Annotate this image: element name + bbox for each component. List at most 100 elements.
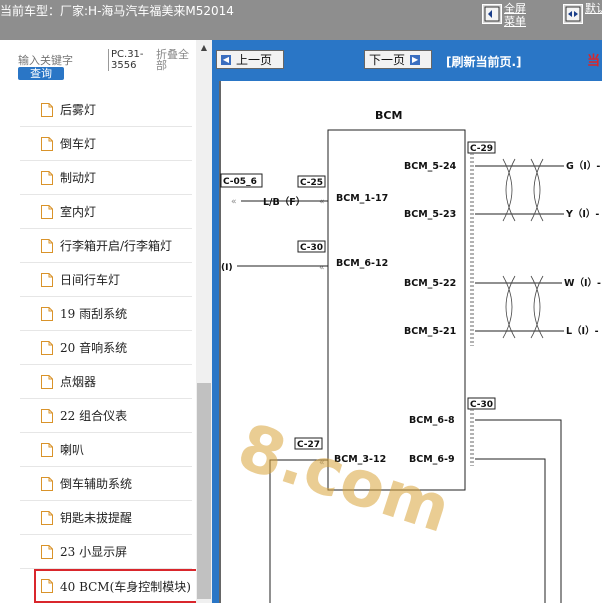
tree-item-wiper-system[interactable]: 19 雨刮系统 — [20, 297, 192, 331]
tree-item-label: 点烟器 — [60, 375, 97, 389]
right-arrow-icon: ▶ — [410, 54, 421, 65]
vehicle-info: 当前车型：厂家:H-海马汽车福美来M52014 — [0, 2, 234, 19]
tree-item-label: 22 组合仪表 — [60, 409, 128, 423]
tree-item-label: 室内灯 — [60, 205, 97, 219]
connector-c30-left-label: C-30 — [300, 243, 323, 253]
tree-item-brake-lamp[interactable]: 制动灯 — [20, 161, 192, 195]
tree-item-horn[interactable]: 喇叭 — [20, 433, 192, 467]
connector-c05-6-label: C-05_6 — [223, 177, 257, 187]
tree-item-cigarette-lighter[interactable]: 点烟器 — [20, 365, 192, 399]
prev-page-button[interactable]: ◀ 上一页 — [216, 50, 284, 69]
wire-label-y: Y（I）- — [565, 208, 599, 220]
bcm-module-box — [327, 129, 466, 491]
svg-text:«: « — [319, 197, 325, 207]
next-page-button[interactable]: 下一页 ▶ — [364, 50, 432, 69]
pin-bcm-5-21: BCM_5-21 — [404, 326, 456, 337]
right-edge-label: 当 — [587, 54, 601, 69]
document-icon — [41, 136, 53, 151]
module-title: BCM — [375, 109, 402, 122]
svg-text:«: « — [231, 197, 237, 207]
pin-bcm-5-23: BCM_5-23 — [404, 209, 456, 220]
fullscreen-icon — [482, 4, 502, 24]
pin-bcm-5-22: BCM_5-22 — [404, 278, 456, 289]
tree-item-label: 钥匙未拔提醒 — [60, 511, 133, 525]
tree-item-label: 40 BCM(车身控制模块) — [60, 579, 191, 594]
pin-bcm-5-24: BCM_5-24 — [404, 161, 457, 172]
search-input[interactable] — [18, 52, 90, 68]
tree-item-label: 23 小显示屏 — [60, 545, 128, 559]
tree-item-label: 喇叭 — [60, 443, 85, 457]
document-icon — [41, 238, 53, 253]
document-icon — [41, 204, 53, 219]
refresh-page-link[interactable]: [刷新当前页.] — [446, 53, 522, 70]
tree-item-label: 日间行车灯 — [60, 273, 121, 287]
search-area: 查询 PC.31-3556 折叠全部 — [0, 40, 196, 84]
tree-item-label: 倒车辅助系统 — [60, 477, 133, 491]
vehicle-label: 厂家:H-海马汽车福美来M52014 — [60, 4, 234, 18]
tree-item-label: 制动灯 — [60, 171, 97, 185]
sidebar-scrollbar[interactable]: ▲ — [196, 40, 212, 603]
pc-code-label: PC.31-3556 — [108, 49, 148, 71]
pin-bcm-1-17: BCM_1-17 — [336, 193, 388, 204]
next-page-label: 下一页 — [369, 53, 406, 67]
document-icon — [41, 102, 53, 117]
wiring-diagram: BCM C-29 BCM_5-24 BCM_5-23 BCM_5-22 BCM_… — [219, 81, 602, 603]
twisted-pair-symbols — [502, 158, 544, 339]
document-icon — [41, 374, 53, 389]
connector-c29-label: C-29 — [470, 144, 493, 154]
tree-item-label: 19 雨刮系统 — [60, 307, 128, 321]
default-view-label: 默认 — [585, 2, 602, 15]
document-icon — [41, 408, 53, 423]
sidebar: 查询 PC.31-3556 折叠全部 后雾灯 倒车灯 制动灯 室内灯 行李箱开启… — [0, 40, 212, 603]
tree-item-label: 后雾灯 — [60, 103, 97, 117]
wire-label-i-left: (I) — [221, 263, 233, 273]
collapse-all-link[interactable]: 折叠全部 — [156, 49, 194, 71]
fullscreen-menu-label: 全屏菜单 — [504, 2, 526, 28]
tree-item-label: 行李箱开启/行李箱灯 — [60, 239, 173, 253]
pin-bcm-6-8: BCM_6-8 — [409, 415, 455, 426]
tree-item-key-reminder[interactable]: 钥匙未拔提醒 — [20, 501, 192, 535]
scroll-up-arrow-icon[interactable]: ▲ — [196, 42, 212, 54]
document-icon — [41, 170, 53, 185]
tree-item-label: 20 音响系统 — [60, 341, 128, 355]
tree-item-trunk[interactable]: 行李箱开启/行李箱灯 — [20, 229, 192, 263]
document-icon — [41, 272, 53, 287]
document-icon — [41, 510, 53, 525]
tree-item-label: 倒车灯 — [60, 137, 97, 151]
tree-item-rear-fog-lamp[interactable]: 后雾灯 — [20, 93, 192, 127]
tree-item-bcm[interactable]: 40 BCM(车身控制模块) — [34, 569, 210, 603]
left-arrow-icon: ◀ — [221, 54, 231, 65]
document-icon — [41, 306, 53, 321]
connector-c30-right-label: C-30 — [470, 400, 493, 410]
tree-item-daytime-running-lamp[interactable]: 日间行车灯 — [20, 263, 192, 297]
document-icon — [41, 340, 53, 355]
document-icon — [41, 544, 53, 559]
wire-label-w: W（I）- — [564, 277, 601, 289]
diagram-panel: ◀ 上一页 下一页 ▶ [刷新当前页.] 当 BCM C-29 BCM_5-24… — [212, 40, 602, 603]
split-view-icon — [563, 4, 583, 24]
document-icon — [41, 442, 53, 457]
connector-c25-label: C-25 — [300, 178, 323, 188]
pin-bcm-6-12: BCM_6-12 — [336, 258, 388, 269]
wire-label-lb: L/B（F） — [263, 196, 305, 208]
tree-item-reverse-lamp[interactable]: 倒车灯 — [20, 127, 192, 161]
top-bar: 当前车型：厂家:H-海马汽车福美来M52014 全屏菜单 默认 — [0, 0, 602, 40]
tree-item-interior-lamp[interactable]: 室内灯 — [20, 195, 192, 229]
document-icon — [41, 476, 53, 491]
tree-item-audio-system[interactable]: 20 音响系统 — [20, 331, 192, 365]
wire-label-l: L（I）- — [566, 325, 599, 337]
tree-item-instrument-cluster[interactable]: 22 组合仪表 — [20, 399, 192, 433]
svg-text:«: « — [319, 263, 325, 273]
diagram-toolbar: ◀ 上一页 下一页 ▶ [刷新当前页.] 当 — [212, 40, 602, 80]
tree-item-small-display[interactable]: 23 小显示屏 — [20, 535, 192, 569]
document-icon — [41, 579, 53, 593]
vehicle-prefix: 当前车型： — [0, 4, 61, 18]
search-button[interactable]: 查询 — [18, 67, 64, 80]
tree-item-parking-assist[interactable]: 倒车辅助系统 — [20, 467, 192, 501]
wiring-diagram-svg: BCM C-29 BCM_5-24 BCM_5-23 BCM_5-22 BCM_… — [219, 81, 601, 603]
wire-label-g: G（I）- — [566, 160, 600, 172]
fullscreen-menu-button[interactable]: 全屏菜单 — [482, 2, 530, 34]
scrollbar-thumb[interactable] — [197, 383, 211, 599]
prev-page-label: 上一页 — [236, 53, 273, 67]
default-view-button[interactable]: 默认 — [563, 2, 602, 34]
